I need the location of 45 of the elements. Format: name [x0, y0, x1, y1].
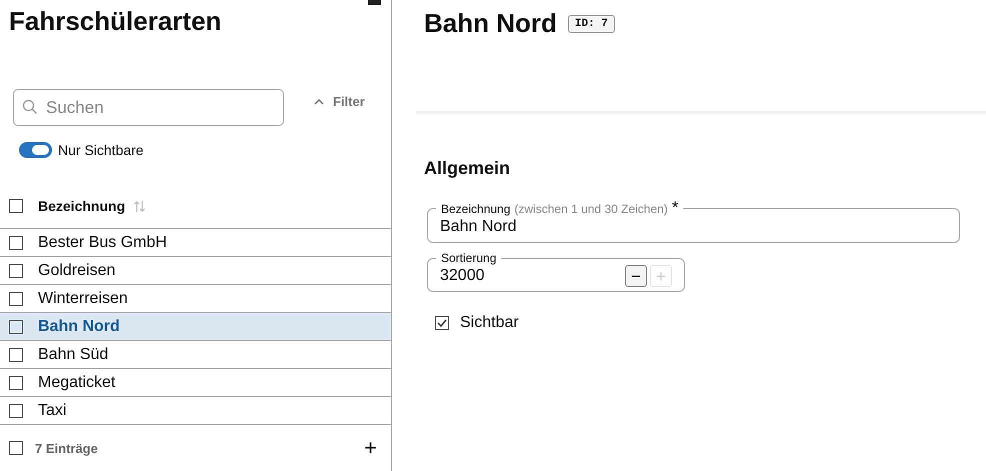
field-value: Bahn Nord: [440, 218, 516, 236]
row-checkbox[interactable]: [9, 348, 23, 362]
page-title: Fahrschülerarten: [9, 5, 222, 37]
list-row[interactable]: Goldreisen: [0, 257, 391, 285]
list-row[interactable]: Bahn Nord: [0, 313, 391, 341]
column-header[interactable]: Bezeichnung: [38, 198, 126, 214]
row-checkbox[interactable]: [9, 376, 23, 390]
toggle-label: Nur Sichtbare: [58, 142, 144, 158]
select-all-checkbox[interactable]: [9, 199, 23, 213]
field-label: Bezeichnung: [441, 202, 510, 216]
list-row[interactable]: Taxi: [0, 397, 391, 425]
id-badge: ID: 7: [568, 14, 615, 32]
list-row[interactable]: Megaticket: [0, 369, 391, 397]
row-name: Megaticket: [38, 374, 116, 392]
checkbox-label: Sichtbar: [460, 314, 519, 332]
stepper-button[interactable]: −: [625, 265, 647, 287]
entry-count: 7 Einträge: [35, 440, 98, 456]
field-label: Sortierung: [441, 251, 496, 265]
visible-checkbox[interactable]: [435, 316, 449, 330]
row-name: Goldreisen: [38, 262, 116, 280]
footer-checkbox[interactable]: [9, 441, 23, 455]
row-checkbox[interactable]: [9, 404, 23, 418]
required-mark: *: [672, 201, 678, 215]
row-checkbox[interactable]: [9, 292, 23, 306]
chevron-up-icon: [314, 98, 324, 104]
field-value: 32000: [440, 267, 484, 285]
search-field[interactable]: Suchen: [13, 89, 284, 126]
search-icon: [22, 99, 38, 115]
section-title: Allgemein: [424, 158, 512, 179]
row-name: Winterreisen: [38, 290, 128, 308]
name-field[interactable]: Bezeichnung (zwischen 1 und 30 Zeichen) * Bahn Nord: [427, 201, 960, 243]
row-name: Taxi: [38, 402, 66, 420]
row-name: Bahn Süd: [38, 346, 108, 364]
toggle-switch[interactable]: [19, 142, 52, 158]
row-name: Bahn Nord: [38, 318, 120, 336]
row-checkbox[interactable]: [9, 320, 23, 334]
filter-button[interactable]: Filter: [314, 94, 365, 109]
row-name: Bester Bus GmbH: [38, 234, 167, 252]
row-checkbox[interactable]: [9, 236, 23, 250]
field-hint: (zwischen 1 und 30 Zeichen): [514, 202, 668, 216]
row-checkbox[interactable]: [9, 264, 23, 278]
add-button[interactable]: +: [364, 437, 377, 459]
record-title: Bahn Nord: [424, 8, 557, 39]
list-row[interactable]: Bahn Süd: [0, 341, 391, 369]
list-row[interactable]: Bester Bus GmbH: [0, 229, 391, 257]
